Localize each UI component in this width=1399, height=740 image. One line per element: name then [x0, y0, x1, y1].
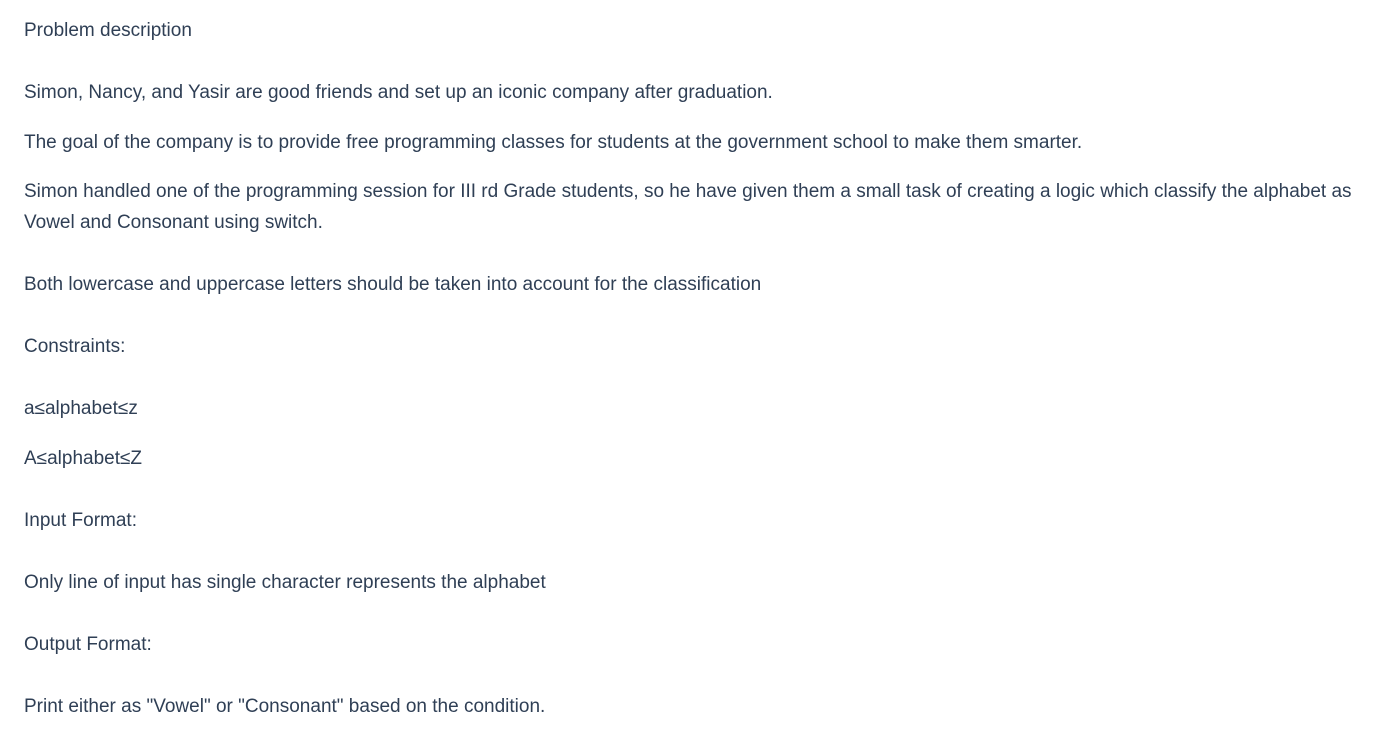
output-format-label: Output Format: — [24, 634, 152, 655]
output-format-text: Print either as "Vowel" or "Consonant" b… — [24, 696, 546, 717]
input-format-text: Only line of input has single character … — [24, 572, 546, 593]
paragraph-case-note: Both lowercase and uppercase letters sho… — [24, 274, 762, 295]
paragraph-intro: Simon, Nancy, and Yasir are good friends… — [24, 82, 773, 103]
input-format-label: Input Format: — [24, 510, 137, 531]
problem-heading: Problem description — [24, 20, 192, 41]
constraints-label: Constraints: — [24, 336, 126, 357]
constraint-lowercase: a≤alphabet≤z — [24, 398, 138, 419]
constraint-uppercase: A≤alphabet≤Z — [24, 448, 143, 469]
paragraph-task: Simon handled one of the programming ses… — [24, 181, 1352, 233]
paragraph-goal: The goal of the company is to provide fr… — [24, 132, 1083, 153]
